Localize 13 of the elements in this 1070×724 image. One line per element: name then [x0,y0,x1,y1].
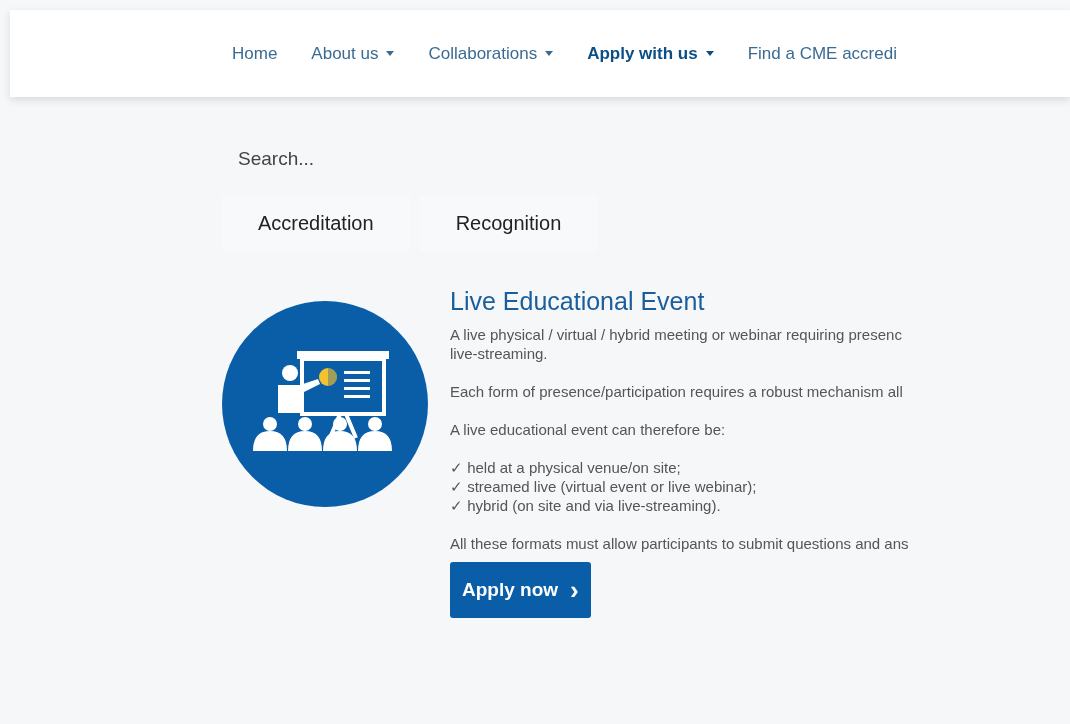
nav-link[interactable]: Home [232,40,278,67]
description-text: Each form of presence/participation requires a robust mechanism all [450,382,904,401]
nav-link[interactable]: Apply with us [587,40,714,67]
nav-link[interactable]: About us [311,40,395,67]
nav-link[interactable]: Find a CME accredi [747,40,897,67]
description-text: A live physical / virtual / hybrid meeting or webinar requiring presenc live-streaming. [450,325,903,363]
description-text: All these formats must allow participants to submit questions and ans [450,534,909,553]
apply-now-button[interactable]: Apply now › [450,562,591,618]
nav-link[interactable]: Collaborations [428,40,554,67]
description-text: A live educational event can therefore be: [450,420,727,439]
description-text: ✓ held at a physical venue/on site; ✓ streamed live (virtual event or live webinar); ✓ hybrid (on site and via live-streaming). [450,458,758,515]
presentation-icon [222,301,428,507]
card-title: Live Educational Event [450,286,706,317]
